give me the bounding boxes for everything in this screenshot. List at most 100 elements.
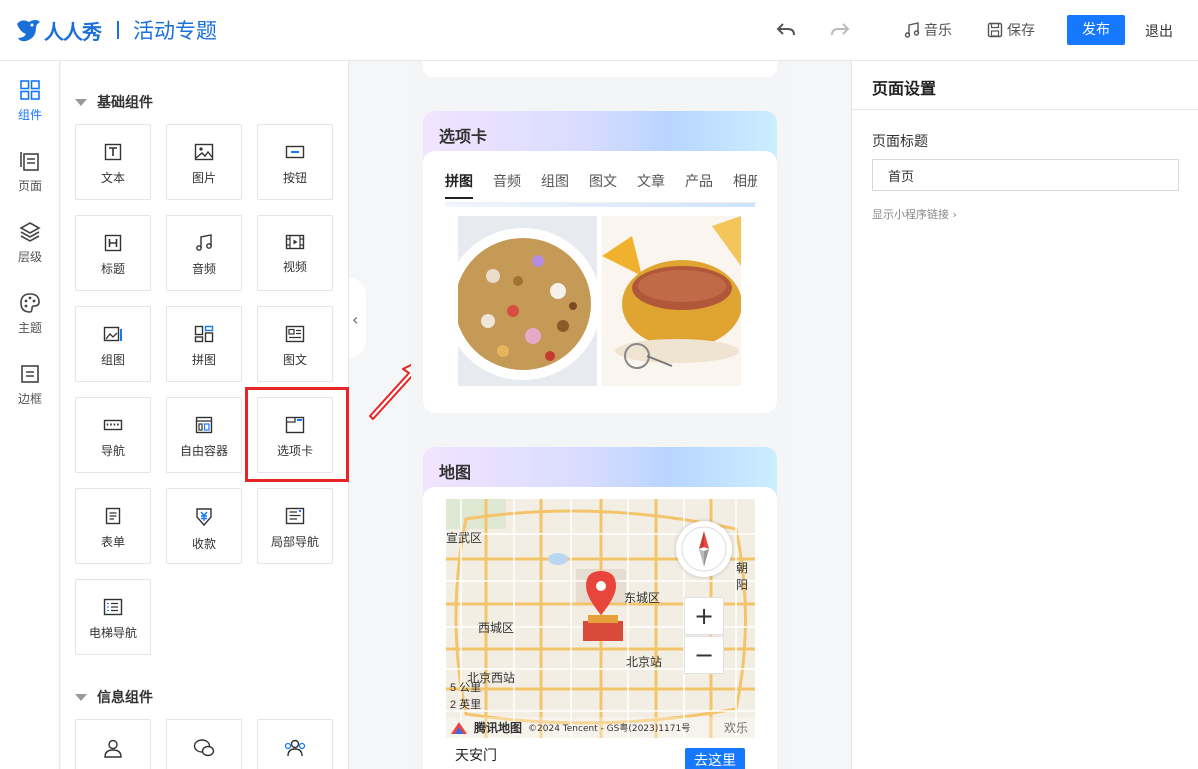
component-image[interactable]: 图片 bbox=[166, 124, 242, 200]
group-basic-header[interactable]: 基础组件 bbox=[75, 92, 153, 112]
top-header: 人人秀 活动专题 音乐 保存 发布 退出 bbox=[0, 0, 1198, 61]
map-label-beijing-station: 北京站 bbox=[626, 655, 663, 669]
tab-image-text[interactable]: 图文 bbox=[589, 171, 617, 202]
undo-icon bbox=[776, 23, 795, 36]
bird-logo-icon bbox=[17, 20, 40, 42]
grid-icon bbox=[20, 80, 40, 100]
image-icon bbox=[194, 143, 214, 161]
elevator-nav-icon bbox=[103, 598, 123, 616]
tab-gallery[interactable]: 组图 bbox=[541, 171, 569, 202]
component-free-container[interactable]: 自由容器 bbox=[166, 397, 242, 473]
left-icon-rail: 组件 页面 层级 主题 边框 bbox=[0, 61, 60, 769]
tabs-block[interactable]: 选项卡 拼图 音频 组图 图文 文章 产品 相册 bbox=[423, 111, 777, 413]
group-title: 信息组件 bbox=[97, 690, 153, 706]
save-icon bbox=[987, 22, 1003, 38]
layers-icon bbox=[19, 222, 41, 242]
rail-label: 层级 bbox=[17, 250, 42, 264]
active-tab-underline bbox=[445, 197, 473, 199]
heading-icon bbox=[104, 234, 122, 252]
component-elevator-nav[interactable]: 电梯导航 bbox=[75, 579, 151, 655]
music-button[interactable]: 音乐 bbox=[904, 15, 952, 45]
compass-control[interactable] bbox=[676, 521, 732, 577]
component-form[interactable]: 表单 bbox=[75, 488, 151, 564]
map-scale-mi: 2 英里 bbox=[450, 699, 482, 711]
highlight-box bbox=[245, 387, 349, 482]
tabs-bar: 拼图 音频 组图 图文 文章 产品 相册 bbox=[445, 171, 757, 203]
tab-article[interactable]: 文章 bbox=[637, 171, 665, 202]
exit-button[interactable]: 退出 bbox=[1145, 21, 1173, 41]
map-view[interactable]: 宣武区 东城区 西城区 北京西站 北京站 朝阳 欢乐谷 5 公里 2 英里 + … bbox=[446, 499, 755, 738]
component-image-text[interactable]: 图文 bbox=[257, 306, 333, 382]
map-copyright: ©2024 Tencent - GS粤(2023)1171号 bbox=[528, 724, 691, 734]
component-navigation[interactable]: 导航 bbox=[75, 397, 151, 473]
yuan-payment-icon bbox=[196, 508, 212, 527]
component-video[interactable]: 视频 bbox=[257, 215, 333, 291]
component-heading[interactable]: 标题 bbox=[75, 215, 151, 291]
form-icon bbox=[105, 507, 121, 525]
save-button[interactable]: 保存 bbox=[987, 15, 1035, 45]
tile-label: 图文 bbox=[282, 353, 307, 367]
component-local-nav[interactable]: 局部导航 bbox=[257, 488, 333, 564]
tile-label: 拼图 bbox=[191, 353, 216, 367]
rail-label: 组件 bbox=[17, 108, 42, 122]
component-payment[interactable]: 收款 bbox=[166, 488, 242, 564]
map-block[interactable]: 地图 宣武区 东城区 西城区 北京西站 北京站 朝阳 欢乐 5 公里 2 英里 … bbox=[423, 447, 777, 769]
go-here-button[interactable]: 去这里 bbox=[685, 748, 745, 769]
tea-cup-image bbox=[602, 216, 741, 386]
granola-bowl-image bbox=[458, 216, 597, 386]
users-icon bbox=[284, 739, 306, 757]
redo-icon bbox=[831, 23, 850, 36]
component-user[interactable] bbox=[75, 719, 151, 769]
text-icon bbox=[104, 143, 122, 161]
rail-item-theme[interactable]: 主题 bbox=[0, 274, 60, 335]
preview-top-card bbox=[423, 61, 777, 77]
show-mini-program-link[interactable]: 显示小程序链接 › bbox=[872, 206, 957, 222]
gallery-icon bbox=[103, 326, 122, 342]
component-group-users[interactable] bbox=[257, 719, 333, 769]
tile-label: 组图 bbox=[100, 353, 125, 367]
page-settings-panel: 页面设置 页面标题 显示小程序链接 › bbox=[851, 61, 1198, 769]
block-title: 地图 bbox=[439, 463, 472, 482]
component-gallery[interactable]: 组图 bbox=[75, 306, 151, 382]
map-attribution: 腾讯地图 ©2024 Tencent - GS粤(2023)1171号 bbox=[446, 717, 755, 738]
tile-label: 自由容器 bbox=[179, 444, 228, 458]
rail-item-pages[interactable]: 页面 bbox=[0, 132, 60, 193]
tab-product[interactable]: 产品 bbox=[685, 171, 713, 202]
zoom-out-button[interactable]: − bbox=[684, 636, 724, 674]
rail-item-border[interactable]: 边框 bbox=[0, 345, 60, 406]
component-wechat[interactable] bbox=[166, 719, 242, 769]
logo-text: 人人秀 bbox=[44, 19, 102, 44]
component-button[interactable]: 按钮 bbox=[257, 124, 333, 200]
logo[interactable]: 人人秀 活动专题 bbox=[14, 15, 217, 45]
save-label: 保存 bbox=[1007, 23, 1035, 39]
collapse-triangle-icon bbox=[75, 693, 87, 701]
component-collage[interactable]: 拼图 bbox=[166, 306, 242, 382]
redo-button[interactable] bbox=[830, 15, 850, 45]
undo-button[interactable] bbox=[776, 15, 796, 45]
publish-button[interactable]: 发布 bbox=[1067, 15, 1125, 45]
group-info-header[interactable]: 信息组件 bbox=[75, 687, 153, 707]
map-pin-icon bbox=[586, 571, 616, 615]
tab-album[interactable]: 相册 bbox=[733, 171, 757, 202]
chevron-left-icon: ‹ bbox=[352, 310, 359, 329]
local-nav-icon bbox=[285, 507, 305, 525]
tile-label: 收款 bbox=[191, 537, 216, 551]
component-audio[interactable]: 音频 bbox=[166, 215, 242, 291]
film-icon bbox=[285, 234, 305, 250]
tile-label: 表单 bbox=[100, 535, 125, 549]
rail-item-components[interactable]: 组件 bbox=[0, 61, 60, 122]
rail-label: 页面 bbox=[17, 179, 42, 193]
component-text[interactable]: 文本 bbox=[75, 124, 151, 200]
rail-item-layers[interactable]: 层级 bbox=[0, 203, 60, 264]
map-label-xuanwu: 宣武区 bbox=[446, 531, 483, 545]
zoom-in-button[interactable]: + bbox=[684, 597, 724, 635]
music-note-icon bbox=[196, 234, 212, 251]
phone-preview: 选项卡 拼图 音频 组图 图文 文章 产品 相册 bbox=[411, 61, 789, 769]
divider bbox=[852, 109, 1198, 110]
tab-audio[interactable]: 音频 bbox=[493, 171, 521, 202]
tabs-block-body: 拼图 音频 组图 图文 文章 产品 相册 bbox=[423, 151, 777, 413]
pages-icon bbox=[20, 152, 39, 171]
chat-bubbles-icon bbox=[193, 739, 215, 757]
button-icon bbox=[285, 145, 305, 159]
page-title-input[interactable] bbox=[872, 159, 1179, 191]
